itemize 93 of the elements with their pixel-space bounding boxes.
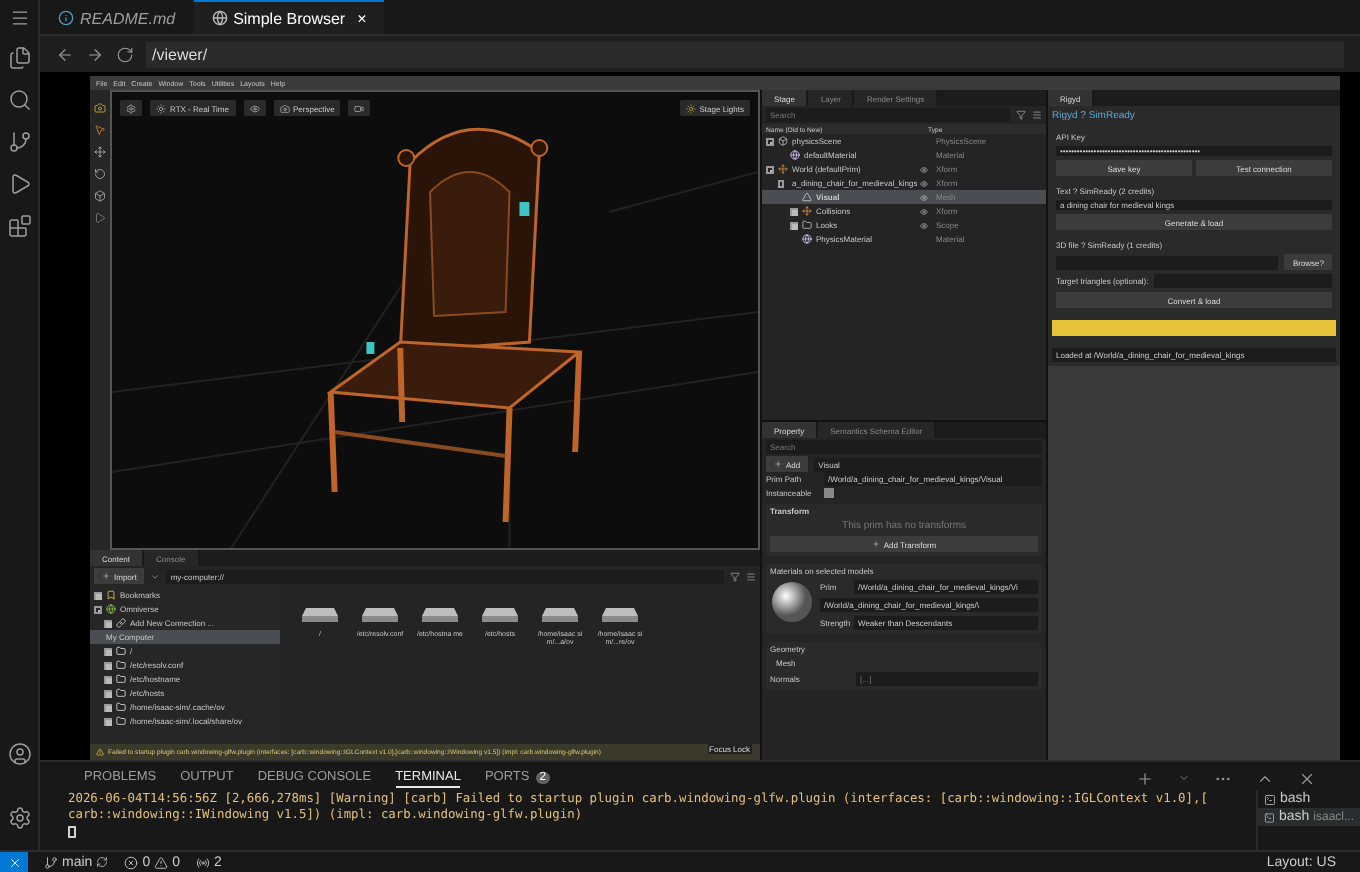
close-icon[interactable] (1298, 769, 1316, 787)
expand-toggle[interactable] (104, 647, 112, 655)
folder-icon (116, 716, 126, 726)
sun-icon (685, 103, 696, 113)
eye-icon (249, 103, 259, 113)
expand-toggle[interactable] (104, 661, 112, 669)
visibility-button[interactable] (243, 100, 265, 116)
expand-toggle[interactable] (104, 619, 112, 627)
drive-icon (602, 606, 638, 624)
run-debug-icon[interactable] (7, 172, 31, 196)
expand-toggle[interactable] (790, 221, 798, 229)
add-terminal-icon[interactable] (1136, 769, 1154, 787)
eye-icon[interactable] (920, 179, 928, 187)
expand-toggle[interactable] (104, 675, 112, 683)
warning-icon (96, 748, 104, 756)
drive-icon (362, 606, 398, 624)
settings-icon[interactable] (7, 806, 31, 830)
expand-toggle[interactable] (778, 179, 784, 187)
prim-icon (802, 234, 812, 244)
expand-toggle[interactable] (94, 591, 102, 599)
remote-icon (7, 855, 21, 869)
play-icon[interactable] (94, 212, 106, 224)
camera-icon (279, 103, 289, 113)
omniverse-icon (106, 604, 116, 614)
prim-icon (802, 206, 812, 216)
video-button[interactable] (348, 100, 371, 116)
prim-icon (778, 136, 788, 146)
folder-icon (116, 674, 126, 684)
folder-icon (116, 660, 126, 670)
prim-icon (790, 150, 800, 160)
connection-icon (116, 618, 126, 628)
branch-icon (44, 855, 58, 869)
close-icon[interactable]: × (357, 9, 367, 27)
drive-icon (422, 606, 458, 624)
settings-icon (126, 103, 136, 113)
expand-toggle[interactable] (766, 137, 774, 145)
expand-toggle[interactable] (104, 703, 112, 711)
reload-icon[interactable] (116, 45, 134, 63)
terminal-icon (1264, 811, 1275, 823)
prim-icon (802, 192, 812, 202)
editor-tab[interactable]: README.md (40, 0, 194, 34)
expand-toggle[interactable] (104, 717, 112, 725)
back-icon[interactable] (150, 571, 161, 581)
expand-toggle[interactable] (766, 165, 774, 173)
instanceable-checkbox[interactable] (824, 488, 834, 498)
rotate-icon[interactable] (94, 168, 106, 180)
menu-icon[interactable] (9, 8, 29, 28)
drive-icon (482, 606, 518, 624)
url-field[interactable]: /viewer/ (146, 41, 1344, 67)
eye-icon[interactable] (920, 193, 928, 201)
expand-toggle[interactable] (104, 689, 112, 697)
eye-icon[interactable] (920, 221, 928, 229)
folder-icon (116, 646, 126, 656)
extensions-icon[interactable] (7, 214, 31, 238)
error-icon (124, 855, 139, 869)
search-icon[interactable] (7, 88, 31, 112)
scale-icon[interactable] (94, 190, 106, 202)
drive-icon (302, 606, 338, 624)
cursor (68, 826, 76, 838)
terminal-icon (1264, 793, 1276, 805)
filter-icon[interactable] (1016, 110, 1026, 120)
forward-icon[interactable] (86, 45, 104, 63)
back-icon[interactable] (56, 45, 74, 63)
material-preview-icon (770, 580, 814, 624)
eye-icon[interactable] (920, 207, 928, 215)
eye-icon[interactable] (920, 165, 928, 173)
bookmark-icon (106, 590, 116, 600)
editor-tab[interactable]: Simple Browser × (193, 0, 385, 34)
video-icon (354, 103, 365, 113)
folder-icon (116, 688, 126, 698)
prim-icon (802, 220, 812, 230)
remote-button[interactable] (0, 851, 28, 872)
source-control-icon[interactable] (7, 130, 31, 154)
select-icon[interactable] (94, 124, 106, 136)
sun-icon (156, 103, 166, 113)
info-icon (58, 10, 74, 26)
plus-icon (102, 572, 110, 580)
move-icon[interactable] (94, 146, 106, 158)
account-icon[interactable] (7, 742, 31, 766)
prim-icon (778, 164, 788, 174)
sync-icon (96, 856, 109, 868)
folder-icon (116, 702, 126, 712)
expand-toggle[interactable] (790, 207, 798, 215)
ports-icon (196, 855, 210, 869)
expand-toggle[interactable] (94, 605, 102, 613)
globe-icon (211, 10, 228, 26)
drive-icon (542, 606, 578, 624)
filter-icon[interactable] (730, 571, 740, 581)
camera-icon[interactable] (94, 102, 106, 114)
explorer-icon[interactable] (7, 46, 31, 70)
plus-icon (774, 460, 782, 468)
warning-icon (154, 855, 169, 869)
viewport-settings-button[interactable] (120, 100, 142, 116)
